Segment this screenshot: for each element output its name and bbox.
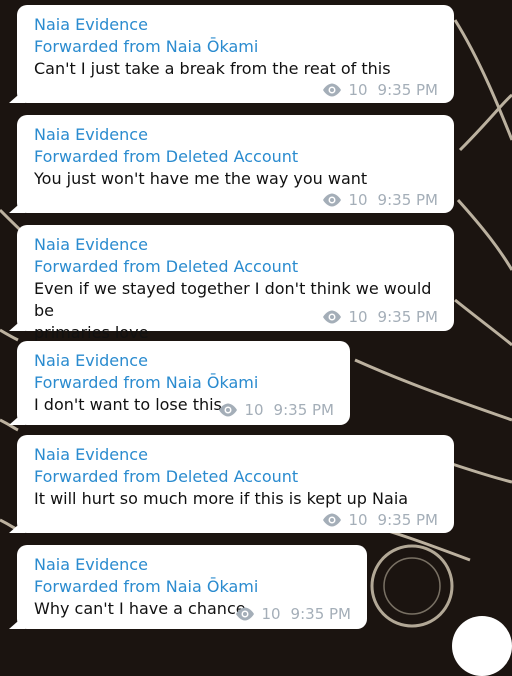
message-sender[interactable]: Naia Evidence (34, 350, 334, 372)
message-text: You just won't have me the way you want (34, 169, 368, 188)
eye-icon (323, 513, 342, 527)
forwarded-from[interactable]: Forwarded from Naia Ōkami (34, 372, 334, 394)
view-count: 10 (348, 81, 368, 99)
eye-icon (323, 193, 342, 207)
forwarded-from[interactable]: Forwarded from Deleted Account (34, 466, 438, 488)
view-count: 10 (348, 191, 368, 209)
eye-icon (323, 83, 342, 97)
message-bubble[interactable]: Naia Evidence Forwarded from Naia Ōkami … (17, 545, 367, 629)
message-time: 9:35 PM (290, 605, 351, 623)
message-sender[interactable]: Naia Evidence (34, 444, 438, 466)
message-bubble[interactable]: Naia Evidence Forwarded from Deleted Acc… (17, 435, 454, 533)
forwarded-from[interactable]: Forwarded from Deleted Account (34, 256, 438, 278)
message-meta: 10 9:35 PM (322, 308, 438, 326)
message-sender[interactable]: Naia Evidence (34, 554, 351, 576)
message-meta: 10 9:35 PM (322, 511, 438, 529)
forwarded-from[interactable]: Forwarded from Naia Ōkami (34, 576, 351, 598)
view-count: 10 (261, 605, 281, 623)
message-time: 9:35 PM (377, 308, 438, 326)
scroll-down-button[interactable] (452, 616, 512, 676)
message-time: 9:35 PM (273, 401, 334, 419)
view-count: 10 (348, 308, 368, 326)
message-bubble[interactable]: Naia Evidence Forwarded from Naia Ōkami … (17, 5, 454, 103)
message-meta: 10 9:35 PM (235, 605, 351, 623)
message-meta: 10 9:35 PM (322, 81, 438, 99)
eye-icon (323, 310, 342, 324)
message-bubble[interactable]: Naia Evidence Forwarded from Deleted Acc… (17, 115, 454, 213)
message-sender[interactable]: Naia Evidence (34, 234, 438, 256)
message-meta: 10 9:35 PM (218, 401, 334, 419)
message-text: Can't I just take a break from the reat … (34, 59, 391, 78)
message-time: 9:35 PM (377, 81, 438, 99)
eye-icon (236, 607, 255, 621)
message-meta: 10 9:35 PM (322, 191, 438, 209)
message-sender[interactable]: Naia Evidence (34, 124, 438, 146)
message-text: It will hurt so much more if this is kep… (34, 489, 409, 508)
message-time: 9:35 PM (377, 191, 438, 209)
forwarded-from[interactable]: Forwarded from Naia Ōkami (34, 36, 438, 58)
eye-icon (219, 403, 238, 417)
message-sender[interactable]: Naia Evidence (34, 14, 438, 36)
forwarded-from[interactable]: Forwarded from Deleted Account (34, 146, 438, 168)
message-bubble[interactable]: Naia Evidence Forwarded from Naia Ōkami … (17, 341, 350, 425)
message-bubble[interactable]: Naia Evidence Forwarded from Deleted Acc… (17, 225, 454, 342)
view-count: 10 (348, 511, 368, 529)
message-time: 9:35 PM (377, 511, 438, 529)
view-count: 10 (244, 401, 264, 419)
